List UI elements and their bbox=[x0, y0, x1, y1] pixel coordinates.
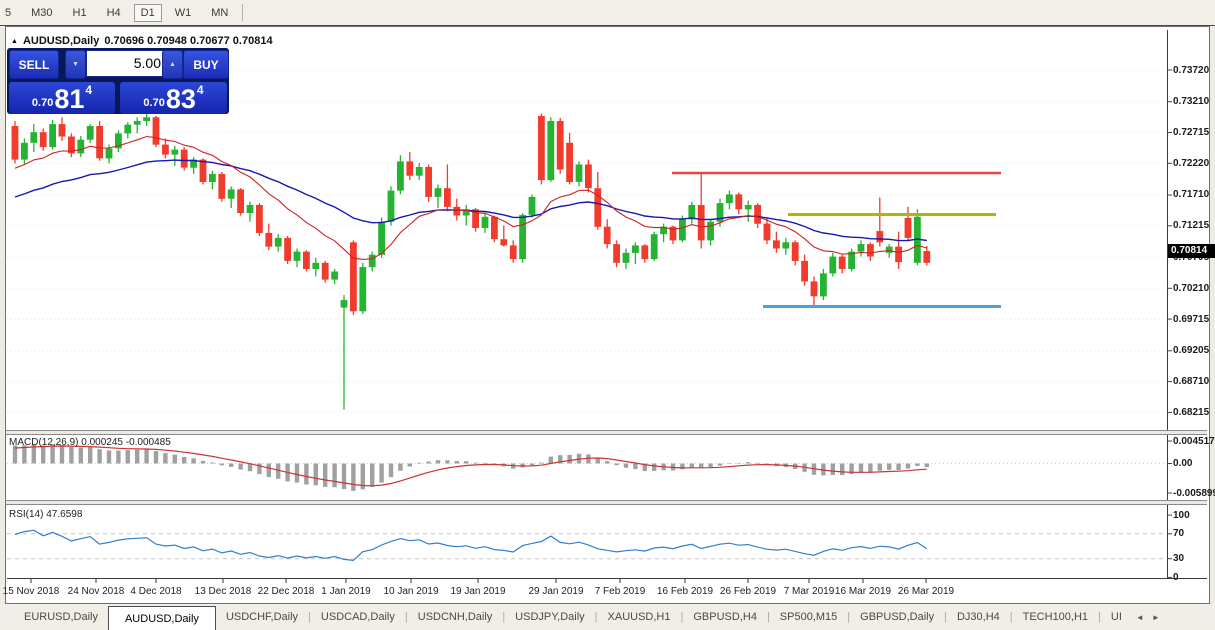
chart-tab-xauusd-h1[interactable]: XAUUSD,H1 bbox=[598, 604, 681, 630]
timeframe-toolbar: 5 M30 H1 H4 D1 W1 MN bbox=[0, 0, 1215, 26]
trade-controls-row: SELL ▼ 5.00 ▲ BUY bbox=[7, 50, 229, 79]
date-axis-label: 26 Feb 2019 bbox=[719, 586, 777, 597]
date-axis-label: 1 Jan 2019 bbox=[321, 586, 371, 597]
date-axis-label: 4 Dec 2018 bbox=[130, 586, 182, 597]
price-axis-label: 0.68215 bbox=[1173, 406, 1210, 418]
chart-tab-eurusd-daily[interactable]: EURUSD,Daily bbox=[14, 604, 108, 630]
chart-tab-gbpusd-daily[interactable]: GBPUSD,Daily bbox=[850, 604, 944, 630]
buy-button[interactable]: BUY bbox=[183, 50, 229, 79]
chevron-up-icon: ▲ bbox=[169, 61, 176, 68]
date-axis-label: 22 Dec 2018 bbox=[257, 586, 315, 597]
rsi-axis-label: 0 bbox=[1173, 571, 1179, 583]
tab-scroll-left-icon[interactable]: ◄ bbox=[1132, 613, 1148, 622]
chart-tab-sp500-m15[interactable]: SP500,M15 bbox=[770, 604, 847, 630]
price-axis-label: 0.73720 bbox=[1173, 64, 1210, 76]
date-axis-label: 16 Mar 2019 bbox=[834, 586, 892, 597]
date-axis-label: 16 Feb 2019 bbox=[656, 586, 714, 597]
symbol-tab-bar: EURUSD,Daily AUDUSD,Daily USDCHF,Daily | USD… bbox=[0, 604, 1215, 630]
price-axis-label: 0.73210 bbox=[1173, 96, 1210, 108]
chart-tab-usdcad-daily[interactable]: USDCAD,Daily bbox=[311, 604, 405, 630]
price-axis-label: 0.70210 bbox=[1173, 282, 1210, 294]
price-axis-label: 0.71215 bbox=[1173, 220, 1210, 232]
buy-price-point: 4 bbox=[196, 83, 204, 97]
tab-scroll-right-icon[interactable]: ► bbox=[1148, 613, 1164, 622]
date-axis-label: 26 Mar 2019 bbox=[897, 586, 955, 597]
chart-title: ▲ AUDUSD,Daily 0.70696 0.70948 0.70677 0… bbox=[11, 35, 273, 47]
volume-increase-button[interactable]: ▲ bbox=[162, 50, 183, 79]
chart-tab-usdchf-daily[interactable]: USDCHF,Daily bbox=[216, 604, 308, 630]
volume-decrease-button[interactable]: ▼ bbox=[65, 50, 86, 79]
sell-price-prefix: 0.70 bbox=[31, 97, 54, 109]
rsi-axis-label: 100 bbox=[1173, 509, 1190, 521]
buy-price-button[interactable]: 0.70 83 4 bbox=[120, 82, 227, 114]
collapse-panel-icon[interactable]: ▲ bbox=[11, 38, 18, 45]
macd-indicator-label: MACD(12,26,9) 0.000245 -0.000485 bbox=[9, 437, 171, 448]
price-axis-label: 0.71710 bbox=[1173, 189, 1210, 201]
sell-price-point: 4 bbox=[85, 83, 93, 97]
sell-price-pips: 81 bbox=[54, 84, 85, 114]
mt4-terminal: 5 M30 H1 H4 D1 W1 MN ▲ AUDUSD,Daily 0.70696 0.… bbox=[0, 0, 1215, 630]
price-axis-label: 0.72715 bbox=[1173, 126, 1210, 138]
date-axis-label: 15 Nov 2018 bbox=[2, 586, 60, 597]
price-axis-label: 0.68710 bbox=[1173, 376, 1210, 388]
timeframe-button-d1[interactable]: D1 bbox=[133, 3, 162, 22]
price-axis-label: 0.69715 bbox=[1173, 313, 1210, 325]
chart-tab-audusd-daily[interactable]: AUDUSD,Daily bbox=[107, 605, 216, 630]
buy-price-prefix: 0.70 bbox=[143, 97, 165, 109]
chart-tab-usdjpy-daily[interactable]: USDJPY,Daily bbox=[505, 604, 595, 630]
chart-tab-gbpusd-h4[interactable]: GBPUSD,H4 bbox=[683, 604, 767, 630]
price-axis-label: 0.72220 bbox=[1173, 157, 1210, 169]
macd-axis-label: 0.004517 bbox=[1173, 435, 1215, 447]
date-axis-label: 24 Nov 2018 bbox=[67, 586, 125, 597]
macd-axis-label: -0.005899 bbox=[1173, 487, 1215, 499]
timeframe-button-w1[interactable]: W1 bbox=[168, 4, 199, 22]
timeframe-button-5[interactable]: 5 bbox=[0, 4, 18, 22]
volume-input[interactable]: 5.00 bbox=[86, 50, 170, 77]
toolbar-separator bbox=[242, 4, 244, 21]
date-axis-label: 19 Jan 2019 bbox=[450, 586, 506, 597]
rsi-axis-label: 70 bbox=[1173, 528, 1185, 540]
chart-tab-tech100-h1[interactable]: TECH100,H1 bbox=[1013, 604, 1098, 630]
chart-tab-ui[interactable]: UI bbox=[1101, 604, 1132, 630]
date-axis-label: 10 Jan 2019 bbox=[383, 586, 439, 597]
timeframe-button-h4[interactable]: H4 bbox=[100, 4, 128, 22]
timeframe-button-h1[interactable]: H1 bbox=[66, 4, 94, 22]
chart-tab-usdcnh-daily[interactable]: USDCNH,Daily bbox=[408, 604, 503, 630]
ohlc-values: 0.70696 0.70948 0.70677 0.70814 bbox=[104, 35, 273, 47]
timeframe-button-mn[interactable]: MN bbox=[204, 4, 235, 22]
timeframe-button-m30[interactable]: M30 bbox=[24, 4, 59, 22]
date-axis-label: 29 Jan 2019 bbox=[528, 586, 584, 597]
price-axis-label: 0.69205 bbox=[1173, 345, 1210, 357]
pane-separator[interactable] bbox=[6, 430, 1207, 435]
rsi-indicator-label: RSI(14) 47.6598 bbox=[9, 509, 83, 520]
current-price-tag: 0.70814 bbox=[1168, 243, 1215, 258]
symbol-period-label: AUDUSD,Daily bbox=[22, 35, 100, 47]
date-axis-label: 7 Mar 2019 bbox=[783, 586, 835, 597]
macd-axis-label: 0.00 bbox=[1173, 458, 1193, 469]
rsi-axis-label: 30 bbox=[1173, 553, 1185, 565]
sell-price-button[interactable]: 0.70 81 4 bbox=[9, 82, 115, 114]
sell-button[interactable]: SELL bbox=[9, 50, 59, 79]
buy-price-pips: 83 bbox=[165, 84, 196, 114]
date-axis-label: 7 Feb 2019 bbox=[594, 586, 646, 597]
chevron-down-icon: ▼ bbox=[72, 61, 79, 68]
pane-separator[interactable] bbox=[6, 500, 1207, 505]
date-axis-label: 13 Dec 2018 bbox=[194, 586, 252, 597]
one-click-trading-panel: SELL ▼ 5.00 ▲ BUY 0.70 81 4 0.70 83 4 bbox=[7, 48, 229, 114]
chart-tab-dj30-h4[interactable]: DJ30,H4 bbox=[947, 604, 1010, 630]
